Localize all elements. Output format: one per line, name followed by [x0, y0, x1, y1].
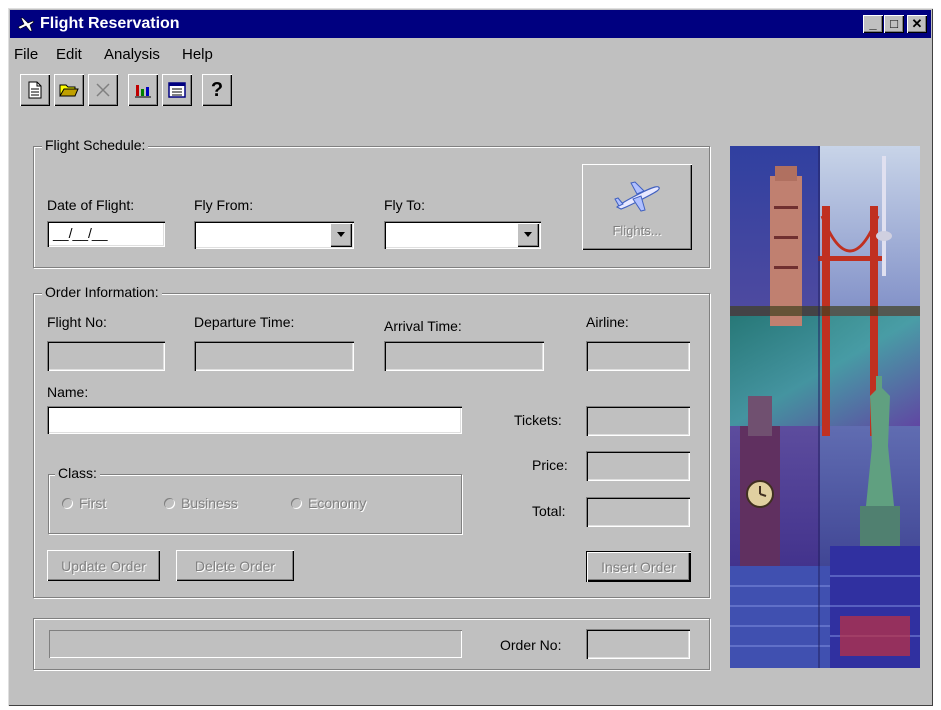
update-order-button[interactable]: Update Order [47, 550, 160, 581]
chevron-down-icon [524, 232, 532, 237]
city-collage-image [730, 146, 920, 668]
departure-time-label: Departure Time: [194, 314, 295, 330]
airline-label: Airline: [586, 314, 629, 330]
close-x-icon [96, 83, 110, 97]
airline-field [586, 341, 690, 371]
flights-button-label: Flights... [612, 222, 662, 238]
arrival-time-label: Arrival Time: [384, 318, 462, 334]
class-title: Class: [55, 465, 100, 481]
chevron-down-icon [337, 232, 345, 237]
fly-from-label: Fly From: [194, 197, 254, 213]
delete-order-button[interactable]: Delete Order [176, 550, 294, 581]
radio-circle-icon [62, 498, 73, 509]
help-button[interactable]: ? [202, 74, 232, 106]
skyline-illustration [730, 146, 920, 668]
tickets-input[interactable] [586, 406, 690, 436]
menu-bar: File Edit Analysis Help [10, 42, 931, 66]
fly-to-select[interactable] [384, 221, 541, 249]
delete-order-label: Delete Order [194, 557, 276, 574]
order-information-title: Order Information: [42, 284, 162, 300]
flight-no-label: Flight No: [47, 314, 107, 330]
flight-reservation-window: Flight Reservation _ □ ✕ File Edit Analy… [8, 8, 933, 706]
class-business-radio[interactable]: Business [164, 495, 238, 511]
close-button[interactable]: ✕ [907, 15, 927, 33]
class-first-label: First [79, 495, 107, 511]
menu-file[interactable]: File [14, 46, 38, 63]
date-of-flight-label: Date of Flight: [47, 197, 135, 213]
maximize-icon: □ [890, 16, 898, 31]
fly-to-dropdown-button[interactable] [517, 223, 539, 247]
maximize-button[interactable]: □ [884, 15, 904, 33]
departure-time-field [194, 341, 354, 371]
name-label: Name: [47, 384, 89, 400]
document-icon [28, 81, 42, 99]
menu-help[interactable]: Help [182, 46, 213, 63]
fly-from-select[interactable] [194, 221, 354, 249]
menu-edit[interactable]: Edit [56, 46, 82, 63]
date-of-flight-input[interactable]: __/__/__ [47, 221, 165, 247]
price-field [586, 451, 690, 481]
title-bar[interactable]: Flight Reservation _ □ ✕ [10, 10, 931, 38]
report-icon [168, 82, 186, 98]
menu-analysis[interactable]: Analysis [104, 46, 160, 63]
question-icon: ? [210, 78, 224, 101]
minimize-icon: _ [869, 16, 877, 31]
order-information-group: Order Information: Flight No: Departure … [33, 284, 710, 598]
open-order-button[interactable] [54, 74, 84, 106]
delete-toolbar-button[interactable] [88, 74, 118, 106]
airplane-app-icon [17, 17, 35, 32]
radio-circle-icon [164, 498, 175, 509]
arrival-time-field [384, 341, 544, 371]
class-first-radio[interactable]: First [62, 495, 106, 511]
flight-no-field [47, 341, 165, 371]
total-label: Total: [532, 503, 566, 519]
window-title: Flight Reservation [40, 15, 180, 32]
order-no-label: Order No: [500, 637, 562, 653]
class-group: Class: First Business Economy [48, 465, 462, 534]
status-group: Order No: [33, 618, 710, 670]
name-input[interactable] [47, 406, 462, 434]
minimize-button[interactable]: _ [863, 15, 883, 33]
folder-open-icon [59, 84, 79, 97]
progress-bar [49, 630, 462, 658]
total-field [586, 497, 690, 527]
tickets-label: Tickets: [514, 412, 562, 428]
bar-chart-icon [135, 85, 151, 98]
radio-circle-icon [291, 498, 302, 509]
class-economy-radio[interactable]: Economy [291, 495, 366, 511]
update-order-label: Update Order [61, 557, 146, 574]
class-economy-label: Economy [308, 495, 367, 511]
price-label: Price: [532, 457, 568, 473]
class-business-label: Business [181, 495, 238, 511]
flight-schedule-title: Flight Schedule: [42, 137, 149, 153]
airplane-icon [614, 180, 660, 212]
fly-to-label: Fly To: [384, 197, 425, 213]
insert-order-label: Insert Order [601, 558, 676, 575]
reports-button[interactable] [162, 74, 192, 106]
graphs-button[interactable] [128, 74, 158, 106]
close-icon: ✕ [911, 16, 923, 31]
flights-button[interactable]: Flights... [582, 164, 692, 250]
insert-order-button[interactable]: Insert Order [586, 551, 691, 582]
fly-from-dropdown-button[interactable] [330, 223, 352, 247]
flight-schedule-group: Flight Schedule: Date of Flight: __/__/_… [33, 137, 710, 268]
new-order-button[interactable] [20, 74, 50, 106]
order-no-field [586, 629, 690, 659]
date-of-flight-value: __/__/__ [53, 225, 108, 241]
